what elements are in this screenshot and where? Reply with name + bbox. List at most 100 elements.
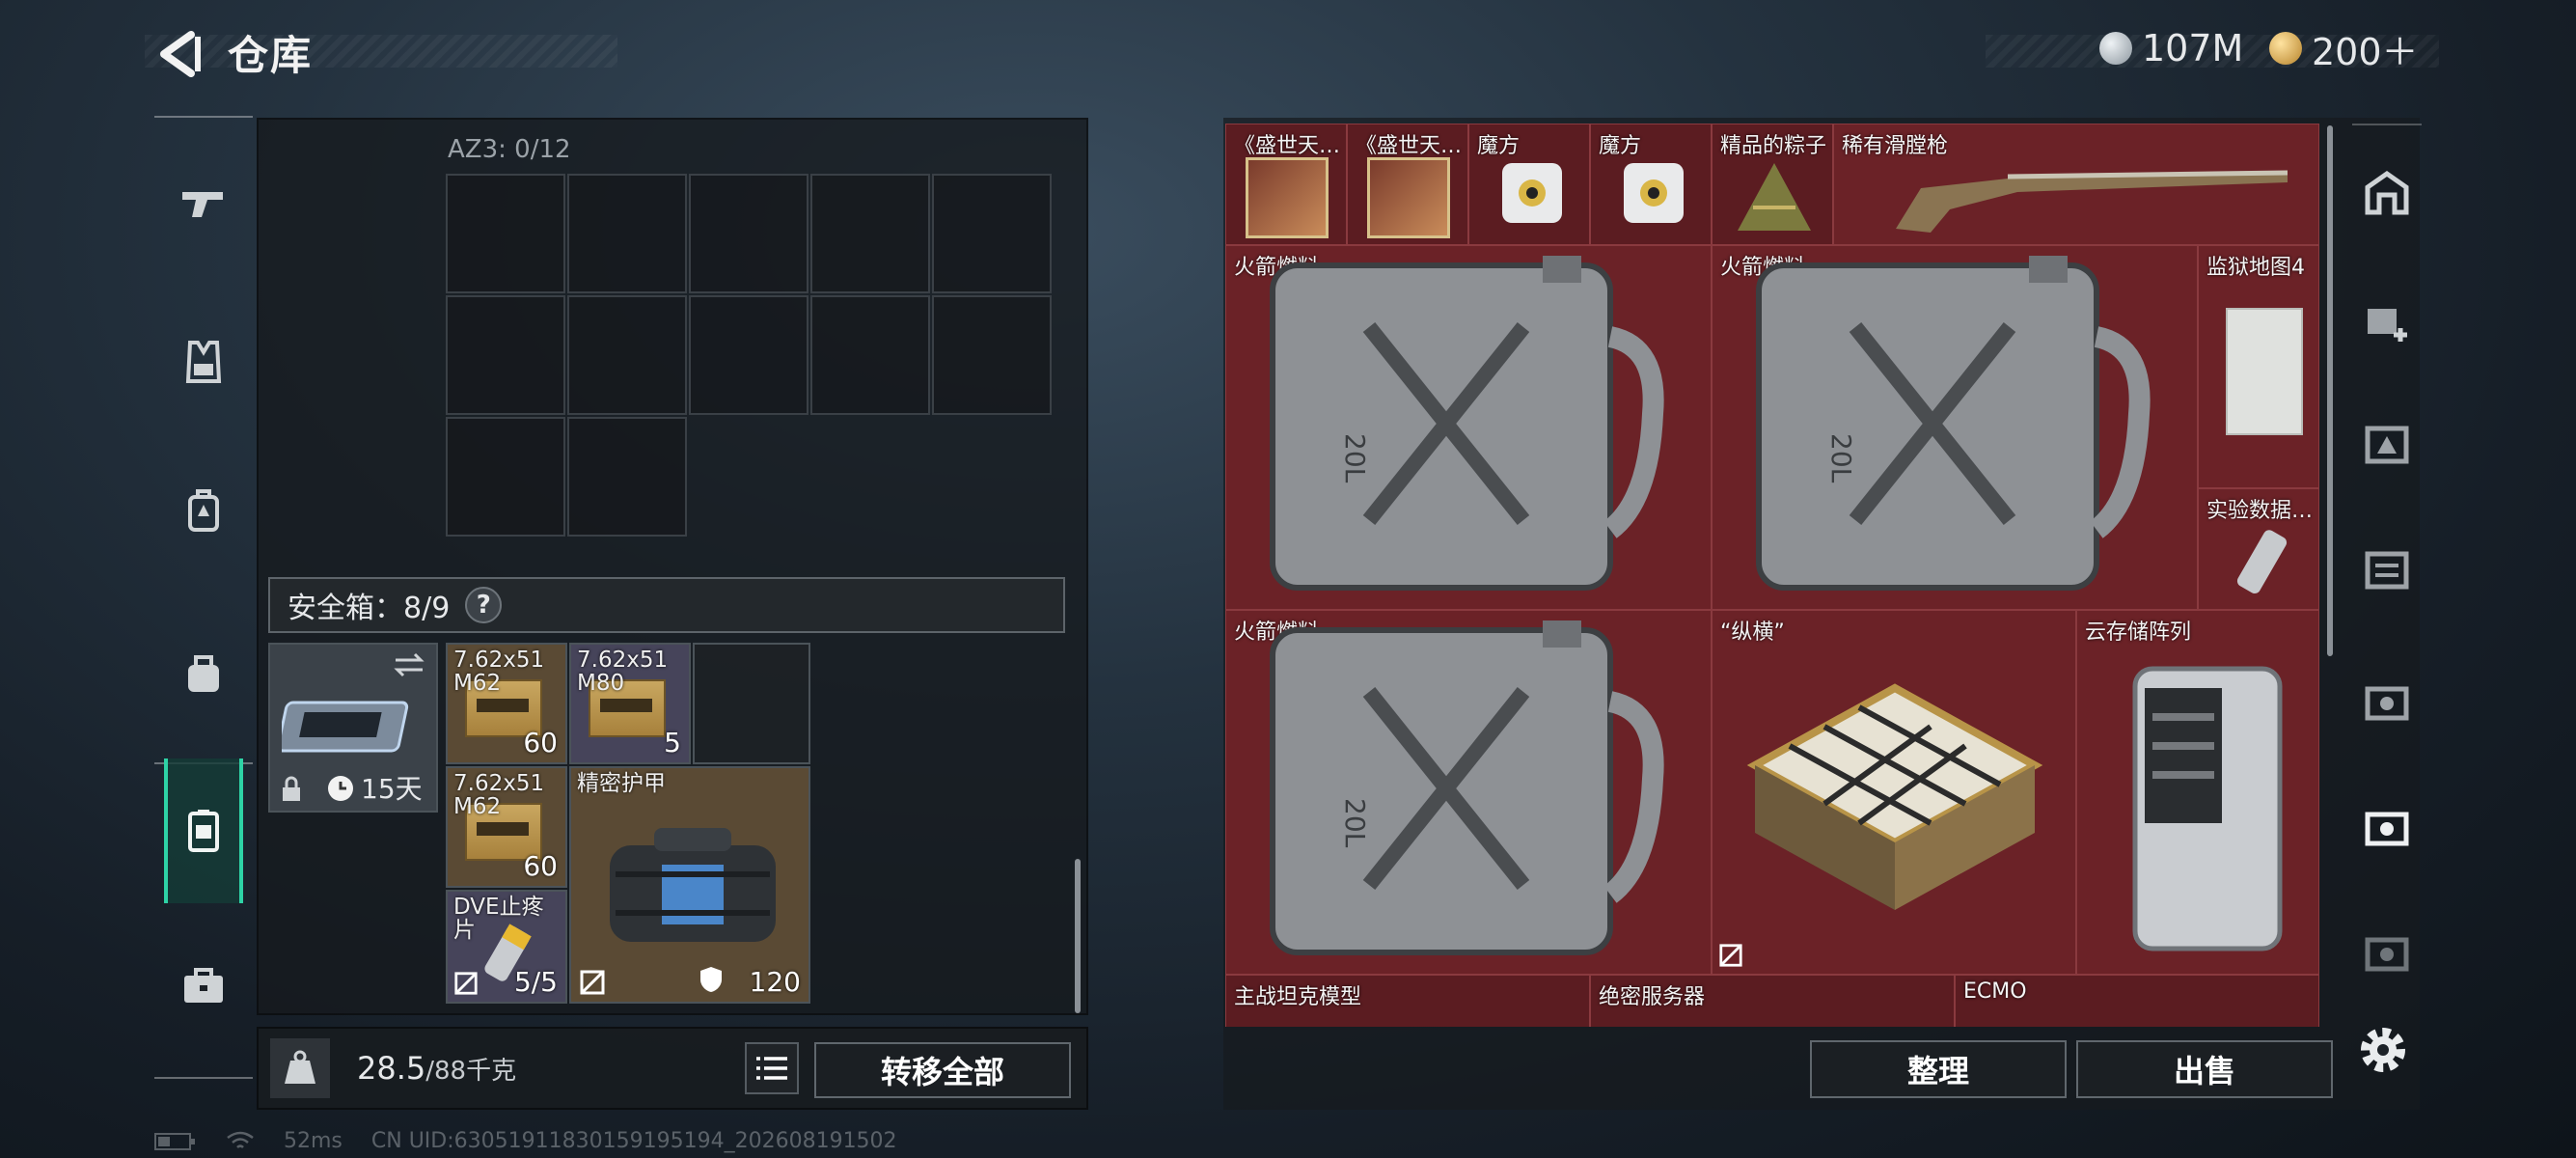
back-arrow-icon[interactable] xyxy=(152,27,206,81)
stash-tab-1-icon xyxy=(2368,309,2407,342)
fuel-can-icon: 20L xyxy=(1270,620,1664,955)
stash-tab-2[interactable] xyxy=(2346,403,2427,484)
safe-box-icon xyxy=(282,701,409,753)
grid-slot[interactable] xyxy=(689,295,808,415)
safe-box-nav-icon[interactable] xyxy=(164,758,243,903)
ammo-item[interactable]: 7.62x51 M80 5 xyxy=(569,643,691,764)
stash-item-book[interactable]: 《盛世天… xyxy=(1347,124,1468,245)
nav-divider xyxy=(154,116,253,118)
swap-icon[interactable] xyxy=(392,650,426,679)
battery-icon xyxy=(154,1132,195,1150)
stash-item-prison-map[interactable]: 监狱地图4 xyxy=(2198,245,2319,488)
stash-item-rocket-fuel[interactable]: 火箭燃料 20L xyxy=(1225,610,1712,975)
item-count: 5 xyxy=(664,727,681,758)
item-label: 7.62x51 M80 xyxy=(577,648,669,696)
settings-gear-icon[interactable] xyxy=(2354,1021,2412,1079)
safe-box-item[interactable]: 15天 xyxy=(268,643,438,813)
nav-divider xyxy=(154,1077,253,1079)
unsellable-icon xyxy=(580,970,605,995)
item-label: 《盛世天… xyxy=(1356,134,1463,158)
stash-item-cube[interactable]: 魔方 xyxy=(1468,124,1590,245)
stash-tab-5[interactable] xyxy=(2346,786,2427,867)
stash-tab-3[interactable] xyxy=(2346,529,2427,610)
stash-tab-6[interactable] xyxy=(2346,911,2427,992)
organize-button[interactable]: 整理 xyxy=(1810,1040,2067,1098)
stash-item-cloud-storage[interactable]: 云存储阵列 xyxy=(2076,610,2319,975)
item-label: 云存储阵列 xyxy=(2085,620,2192,645)
grid-slot[interactable] xyxy=(810,295,930,415)
silver-currency-value: 107M xyxy=(2142,27,2244,69)
stash-item-musket[interactable]: 稀有滑膛枪 xyxy=(1833,124,2319,245)
item-label: 精品的粽子 xyxy=(1720,134,1827,158)
ammo-item[interactable]: 7.62x51 M62 60 xyxy=(446,643,567,764)
stash-item-book[interactable]: 《盛世天… xyxy=(1225,124,1347,245)
cube-icon xyxy=(1502,163,1562,223)
grid-slot[interactable] xyxy=(446,417,565,537)
item-label: 监狱地图4 xyxy=(2206,256,2305,280)
left-nav xyxy=(154,114,253,1079)
title-bar-stripe xyxy=(145,35,617,68)
grid-slot[interactable] xyxy=(446,295,565,415)
safe-box-title: 安全箱：8/9 xyxy=(288,592,451,625)
grid-slot[interactable] xyxy=(932,174,1052,293)
empty-slot[interactable] xyxy=(693,643,810,764)
svg-text:20L: 20L xyxy=(1339,798,1371,848)
grid-slot[interactable] xyxy=(567,417,687,537)
uid-text: CN UID:6305191183015919519​4_20260819150… xyxy=(370,1129,897,1153)
stash-item-top-secret-server[interactable]: 绝密服务器 xyxy=(1590,975,1955,1027)
grid-slot[interactable] xyxy=(689,174,808,293)
grid-slot[interactable] xyxy=(567,295,687,415)
stash-grid: 《盛世天… 《盛世天… 魔方 魔方 精品的粽子 稀有滑膛枪 火箭燃料 20L 火… xyxy=(1225,124,2319,1027)
svg-text:20L: 20L xyxy=(1339,433,1371,483)
stash-tab-4[interactable] xyxy=(2346,660,2427,741)
stash-item-chess-set[interactable]: “纵横” xyxy=(1712,610,2076,975)
gold-currency-value: 200＋ xyxy=(2312,30,2419,73)
durability-value: 120 xyxy=(749,966,801,998)
safe-box-timer: 15天 xyxy=(361,773,423,805)
help-button[interactable]: ? xyxy=(465,587,503,623)
loadout-scrollbar[interactable] xyxy=(1075,859,1081,1013)
stash-item-cube[interactable]: 魔方 xyxy=(1590,124,1712,245)
vest-nav-icon[interactable] xyxy=(164,322,243,401)
item-label: 实验数据… xyxy=(2206,499,2314,523)
gold-currency[interactable]: 200＋ xyxy=(2269,27,2419,73)
weight-current: 28.5 xyxy=(357,1050,426,1087)
stash-tab-all[interactable] xyxy=(2346,152,2427,234)
stash-tab-1[interactable] xyxy=(2346,280,2427,361)
stash-item-experiment-data[interactable]: 实验数据… xyxy=(2198,488,2319,610)
armor-bag-icon xyxy=(610,828,776,942)
stash-item-zongzi[interactable]: 精品的粽子 xyxy=(1712,124,1833,245)
stash-scrollbar[interactable] xyxy=(2327,125,2333,656)
zongzi-icon xyxy=(1738,163,1811,231)
data-drive-icon xyxy=(2236,530,2288,594)
bag-nav-icon[interactable] xyxy=(164,633,243,712)
ping-value: 52ms xyxy=(284,1129,343,1153)
item-label: 主战坦克模型 xyxy=(1234,985,1362,1009)
sell-button[interactable]: 出售 xyxy=(2076,1040,2333,1098)
stash-item-rocket-fuel[interactable]: 火箭燃料 20L xyxy=(1712,245,2198,610)
stash-item-rocket-fuel[interactable]: 火箭燃料 20L xyxy=(1225,245,1712,610)
grid-slot[interactable] xyxy=(567,174,687,293)
ammo-item[interactable]: 7.62x51 M62 60 xyxy=(446,766,567,888)
gold-coin-icon xyxy=(2269,32,2302,65)
stash-all-icon xyxy=(2365,170,2409,215)
cube-icon xyxy=(1624,163,1684,223)
grid-slot[interactable] xyxy=(932,295,1052,415)
grid-slot[interactable] xyxy=(810,174,930,293)
painkiller-item[interactable]: DVE止疼片 5/5 xyxy=(446,890,567,1004)
stash-item-ecmo[interactable]: ECMO xyxy=(1955,975,2319,1027)
weight-icon xyxy=(270,1038,330,1098)
grid-slot[interactable] xyxy=(446,174,565,293)
list-view-button[interactable] xyxy=(745,1042,799,1094)
weapon-nav-icon[interactable] xyxy=(164,164,243,243)
stash-tabs xyxy=(2339,114,2435,982)
briefcase-nav-icon[interactable] xyxy=(164,946,243,1025)
map-icon xyxy=(2226,308,2303,435)
backpack-nav-icon[interactable] xyxy=(164,471,243,550)
stash-item-tank-model[interactable]: 主战坦克模型 xyxy=(1225,975,1590,1027)
lock-icon xyxy=(283,776,300,801)
transfer-all-button[interactable]: 转移全部 xyxy=(814,1042,1071,1098)
musket-icon xyxy=(1896,170,2288,233)
armor-item[interactable]: 精密护甲 120 xyxy=(569,766,810,1004)
silver-currency: 107M xyxy=(2099,27,2243,69)
